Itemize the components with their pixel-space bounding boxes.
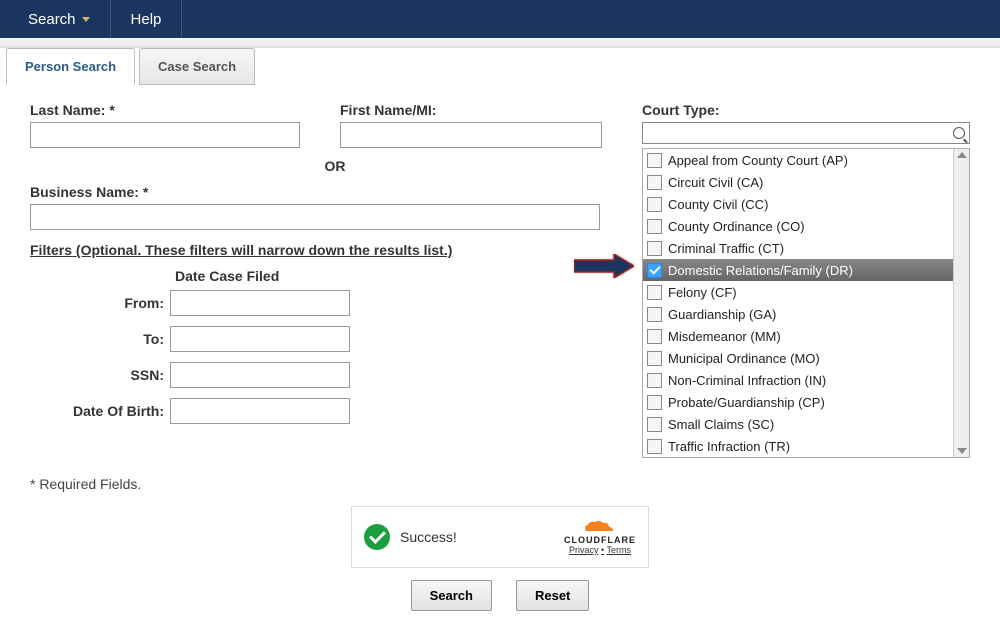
ssn-label: SSN: [30,367,170,383]
pointer-arrow-icon [574,254,634,281]
court-type-item[interactable]: County Civil (CC) [643,193,953,215]
top-navbar: Search Help [0,0,1000,38]
nav-help-label: Help [131,11,162,28]
to-label: To: [30,331,170,347]
court-type-item[interactable]: County Ordinance (CO) [643,215,953,237]
court-type-item-label: Appeal from County Court (AP) [668,153,848,168]
court-type-item[interactable]: Appeal from County Court (AP) [643,149,953,171]
court-type-item[interactable]: Misdemeanor (MM) [643,325,953,347]
scrollbar[interactable] [953,149,969,457]
captcha-dot: • [601,545,604,555]
court-type-item-label: Felony (CF) [668,285,737,300]
checkbox-icon[interactable] [647,285,662,300]
or-separator: OR [320,158,350,174]
checkbox-icon[interactable] [647,219,662,234]
scroll-up-icon[interactable] [957,152,967,158]
court-type-item-label: County Ordinance (CO) [668,219,805,234]
firstname-input[interactable] [340,122,602,148]
checkbox-icon[interactable] [647,329,662,344]
captcha-privacy-link[interactable]: Privacy [569,545,599,555]
court-type-item[interactable]: Domestic Relations/Family (DR) [643,259,953,281]
filters-heading: Filters (Optional. These filters will na… [30,242,602,258]
lastname-input[interactable] [30,122,300,148]
court-type-item[interactable]: Felony (CF) [643,281,953,303]
checkbox-icon[interactable] [647,439,662,454]
to-input[interactable] [170,326,350,352]
from-label: From: [30,295,170,311]
scroll-down-icon[interactable] [957,448,967,454]
date-filed-title: Date Case Filed [175,268,602,284]
court-type-item-label: Criminal Traffic (CT) [668,241,784,256]
checkbox-icon[interactable] [647,175,662,190]
checkbox-icon[interactable] [647,263,662,278]
court-type-list: Appeal from County Court (AP) Circuit Civ… [642,148,970,458]
court-type-item[interactable]: Non-Criminal Infraction (IN) [643,369,953,391]
checkbox-icon[interactable] [647,351,662,366]
dob-input[interactable] [170,398,350,424]
court-type-item[interactable]: Guardianship (GA) [643,303,953,325]
court-type-item[interactable]: Traffic Infraction (TR) [643,435,953,457]
firstname-label: First Name/MI: [340,102,602,118]
nav-help[interactable]: Help [111,0,183,38]
ssn-input[interactable] [170,362,350,388]
court-type-item[interactable]: Circuit Civil (CA) [643,171,953,193]
court-type-item-label: Domestic Relations/Family (DR) [668,263,853,278]
main-content: Last Name: * First Name/MI: OR Business … [0,84,1000,468]
court-type-item-label: County Civil (CC) [668,197,768,212]
court-type-item-label: Small Claims (SC) [668,417,774,432]
captcha-terms-link[interactable]: Terms [607,545,632,555]
court-type-item-label: Probate/Guardianship (CP) [668,395,825,410]
tab-strip: Person Search Case Search [0,47,1000,84]
business-input[interactable] [30,204,600,230]
court-type-search[interactable] [642,122,970,144]
court-type-item-label: Misdemeanor (MM) [668,329,781,344]
court-type-item[interactable]: Municipal Ordinance (MO) [643,347,953,369]
button-row: Search Reset [0,580,1000,611]
nav-search-label: Search [28,11,76,28]
checkbox-icon[interactable] [647,307,662,322]
search-icon [953,127,965,139]
court-type-label: Court Type: [642,102,970,118]
lastname-label: Last Name: * [30,102,300,118]
court-type-item-label: Circuit Civil (CA) [668,175,763,190]
nav-search[interactable]: Search [8,0,111,38]
court-type-item[interactable]: Small Claims (SC) [643,413,953,435]
from-input[interactable] [170,290,350,316]
court-type-item[interactable]: Probate/Guardianship (CP) [643,391,953,413]
captcha-success-text: Success! [400,529,457,545]
success-check-icon [364,524,390,550]
court-type-item-label: Municipal Ordinance (MO) [668,351,820,366]
business-label: Business Name: * [30,184,602,200]
captcha-widget: Success! CLOUDFLARE Privacy • Terms [351,506,649,568]
checkbox-icon[interactable] [647,241,662,256]
checkbox-icon[interactable] [647,153,662,168]
tab-person-search[interactable]: Person Search [6,48,135,85]
cloudflare-brand: CLOUDFLARE [564,535,636,545]
left-column: Last Name: * First Name/MI: OR Business … [30,102,602,458]
court-type-item-label: Traffic Infraction (TR) [668,439,790,454]
required-fields-note: * Required Fields. [0,476,1000,492]
court-type-item-label: Non-Criminal Infraction (IN) [668,373,826,388]
reset-button[interactable]: Reset [516,580,589,611]
court-type-item-label: Guardianship (GA) [668,307,776,322]
checkbox-icon[interactable] [647,197,662,212]
dob-label: Date Of Birth: [30,403,170,419]
court-type-item[interactable]: Criminal Traffic (CT) [643,237,953,259]
checkbox-icon[interactable] [647,417,662,432]
search-button[interactable]: Search [411,580,492,611]
checkbox-icon[interactable] [647,373,662,388]
right-column: Court Type: Appeal from County Court (AP… [642,102,970,458]
tab-case-search[interactable]: Case Search [139,48,255,85]
chevron-down-icon [82,17,90,22]
checkbox-icon[interactable] [647,395,662,410]
cloudflare-logo-icon [564,519,636,533]
